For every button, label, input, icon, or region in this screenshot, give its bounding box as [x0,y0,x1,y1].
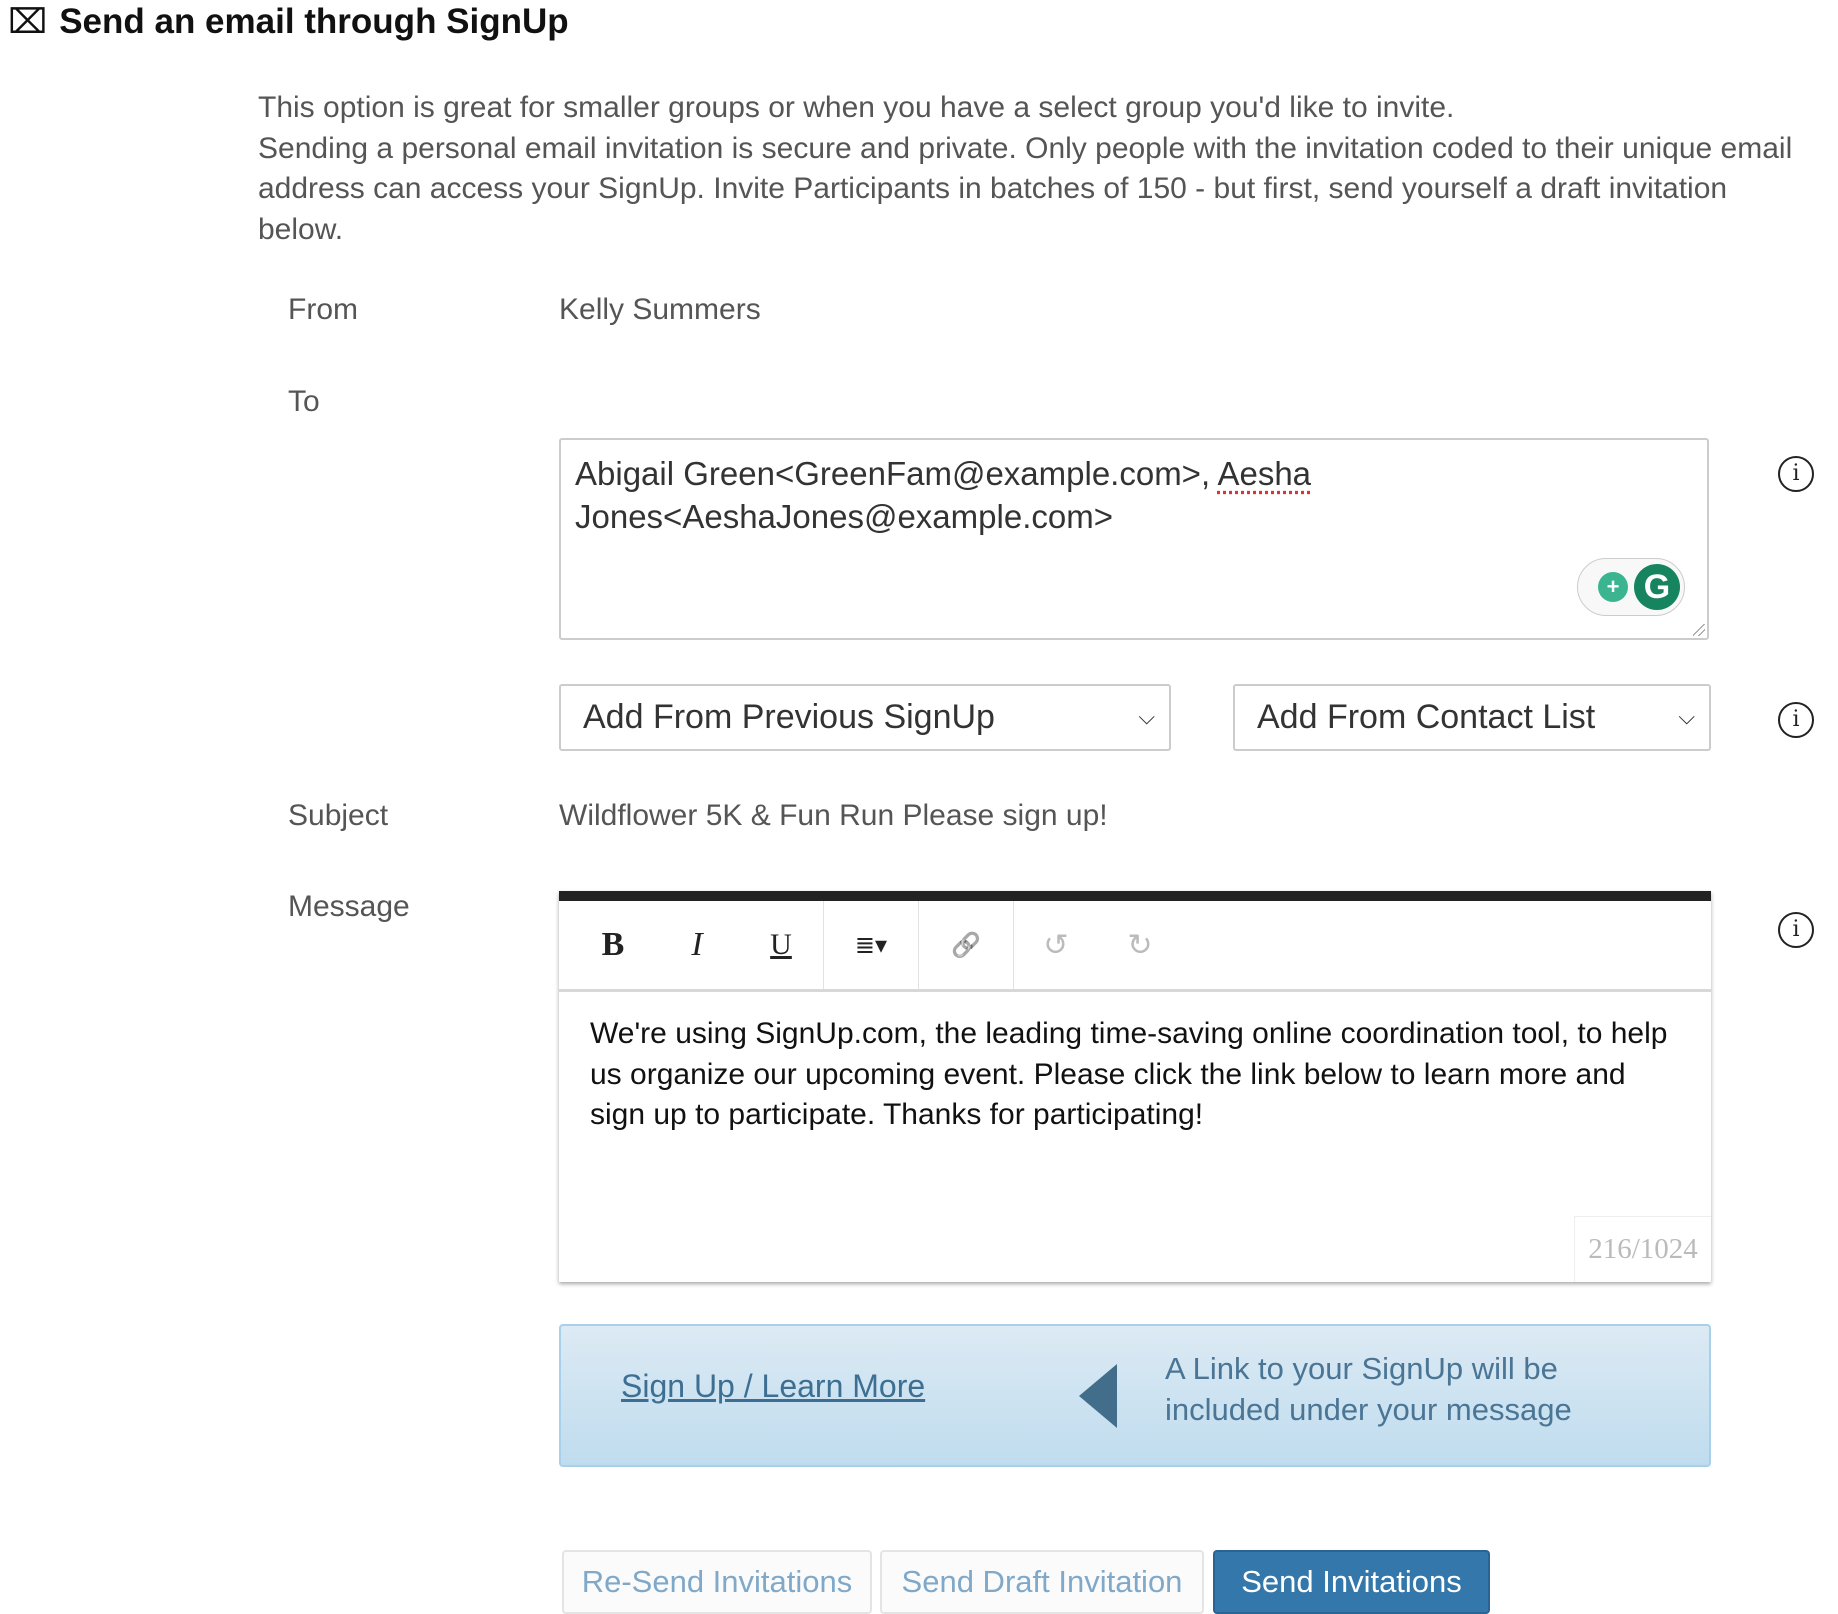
intro-line-1: This option is great for smaller groups … [258,91,1455,124]
underline-button[interactable]: U [739,901,824,989]
envelope-icon: ⌧ [8,3,48,41]
resend-invitations-button[interactable]: Re-Send Invitations [562,1550,872,1614]
italic-button[interactable]: I [655,901,739,989]
info-icon[interactable]: i [1778,702,1814,738]
page-title-text: Send an email through SignUp [59,2,569,41]
add-from-previous-signup-select[interactable]: Add From Previous SignUp ⌵ [559,684,1171,751]
to-text-2: Jones<AeshaJones@example.com> [575,498,1113,535]
message-label: Message [288,890,410,923]
select-label: Add From Previous SignUp [583,698,995,736]
resize-handle[interactable] [1693,624,1705,636]
align-icon[interactable]: ≣▾ [824,901,919,989]
to-label: To [288,385,320,418]
subject-value: Wildflower 5K & Fun Run Please sign up! [559,799,1108,832]
signup-learn-more-link[interactable]: Sign Up / Learn More [621,1368,925,1405]
to-recipients-input[interactable]: Abigail Green<GreenFam@example.com>, Aes… [559,438,1709,640]
info-icon[interactable]: i [1778,912,1814,948]
send-invitations-button[interactable]: Send Invitations [1213,1550,1490,1614]
misspelled-word[interactable]: Aesha [1217,455,1311,492]
to-text: Abigail Green<GreenFam@example.com>, [575,455,1218,492]
intro-line-2: Sending a personal email invitation is s… [258,131,1793,246]
link-icon[interactable]: 🔗 [919,901,1014,989]
link-note: A Link to your SignUp will be included u… [1165,1351,1572,1427]
chevron-down-icon: ⌵ [1678,704,1695,729]
send-draft-invitation-button[interactable]: Send Draft Invitation [880,1550,1204,1614]
bold-button[interactable]: B [571,901,655,989]
info-icon[interactable]: i [1778,456,1814,492]
from-label: From [288,293,358,326]
select-label: Add From Contact List [1257,698,1596,736]
page-title: ⌧ Send an email through SignUp [8,2,569,42]
redo-icon[interactable]: ↻ [1098,901,1182,989]
undo-icon[interactable]: ↺ [1014,901,1098,989]
grammarly-widget[interactable]: + G [1577,558,1685,616]
grammarly-icon[interactable]: G [1634,564,1680,610]
signup-link-preview: Sign Up / Learn More A Link to your Sign… [559,1324,1711,1467]
from-value: Kelly Summers [559,293,761,326]
message-body-input[interactable]: We're using SignUp.com, the leading time… [559,992,1711,1158]
chevron-down-icon: ⌵ [1138,704,1155,729]
editor-toolbar: B I U ≣▾ 🔗 ↺ ↻ [559,901,1711,992]
arrow-left-icon [1079,1364,1117,1428]
character-counter: 216/1024 [1574,1216,1711,1282]
message-editor: B I U ≣▾ 🔗 ↺ ↻ We're using SignUp.com, t… [559,891,1711,1282]
intro-text: This option is great for smaller groups … [258,88,1818,250]
subject-label: Subject [288,799,389,832]
lightbulb-icon[interactable]: + [1598,572,1628,602]
add-from-contact-list-select[interactable]: Add From Contact List ⌵ [1233,684,1711,751]
